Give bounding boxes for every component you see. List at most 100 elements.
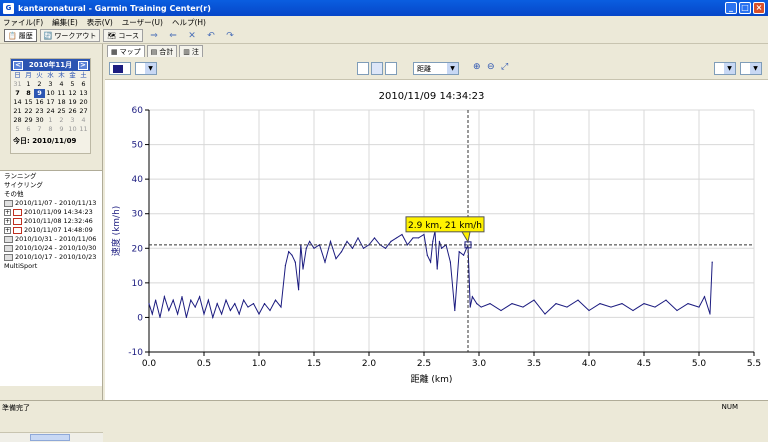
speed-data-point: [216, 303, 218, 305]
expand-icon[interactable]: +: [4, 227, 11, 234]
calendar-day[interactable]: 7: [34, 125, 45, 134]
tree-category[interactable]: サイクリング: [0, 181, 102, 190]
chart-view-overlay-button[interactable]: [385, 62, 397, 75]
calendar-day[interactable]: 9: [56, 125, 67, 134]
calendar-day[interactable]: 4: [56, 80, 67, 89]
calendar-day[interactable]: 14: [12, 98, 23, 107]
calendar-day[interactable]: 30: [34, 116, 45, 125]
tree-week-item[interactable]: 2010/10/24 - 2010/10/30: [0, 244, 102, 253]
speed-data-point: [247, 306, 249, 308]
history-button[interactable]: 📋 履歴: [4, 29, 37, 42]
redo-icon[interactable]: ↷: [222, 30, 238, 42]
calendar-day[interactable]: 16: [34, 98, 45, 107]
expand-icon[interactable]: +: [4, 209, 11, 216]
delete-icon[interactable]: ✕: [184, 30, 200, 42]
x-axis-select[interactable]: 距離 ▼: [413, 62, 459, 75]
next-month-button[interactable]: >: [77, 60, 88, 70]
calendar-day[interactable]: 3: [45, 80, 56, 89]
send-to-device-icon[interactable]: ⇒: [146, 30, 162, 42]
menu-edit[interactable]: 編集(E): [52, 17, 78, 28]
calendar-day[interactable]: 7: [12, 89, 23, 98]
calendar-day[interactable]: 20: [78, 98, 89, 107]
workout-button[interactable]: 🔄 ワークアウト: [39, 29, 101, 42]
undo-icon[interactable]: ↶: [203, 30, 219, 42]
close-button[interactable]: ×: [753, 2, 765, 14]
right-style-select[interactable]: ▼: [740, 62, 762, 75]
tree-activity-item[interactable]: +2010/11/07 14:48:09: [0, 226, 102, 235]
tree-activity-item[interactable]: +2010/11/08 12:32:46: [0, 217, 102, 226]
calendar-day[interactable]: 12: [67, 89, 78, 98]
calendar-day[interactable]: 24: [45, 107, 56, 116]
calendar-day[interactable]: 31: [12, 80, 23, 89]
speed-distance-chart[interactable]: 0.0 0.5 1.0 1.5 2.0 2.5 3.0 3.5 4.0 4.5 5.0 5.5 -10 0…: [105, 80, 768, 400]
scrollbar-thumb[interactable]: [30, 434, 70, 441]
horizontal-scrollbar[interactable]: [0, 432, 103, 442]
calendar-day[interactable]: 11: [56, 89, 67, 98]
runner-icon: [13, 218, 22, 225]
tab-map[interactable]: ▦ マップ: [107, 45, 145, 57]
right-color-picker[interactable]: ▼: [714, 62, 736, 75]
today-label[interactable]: 今日: 2010/11/09: [11, 136, 90, 146]
calendar-day[interactable]: 22: [23, 107, 34, 116]
calendar-day[interactable]: 17: [45, 98, 56, 107]
speed-data-point: [698, 306, 700, 308]
tree-week-item[interactable]: 2010/10/31 - 2010/11/06: [0, 235, 102, 244]
tree-activity-item[interactable]: +2010/11/09 14:34:23: [0, 208, 102, 217]
tree-week-item[interactable]: 2010/11/07 - 2010/11/13: [0, 199, 102, 208]
calendar-day[interactable]: 21: [12, 107, 23, 116]
expand-icon[interactable]: +: [4, 218, 11, 225]
calendar-day[interactable]: 5: [67, 80, 78, 89]
speed-data-point: [284, 264, 286, 267]
zoom-out-icon[interactable]: ⊖: [487, 62, 499, 75]
tab-summary[interactable]: ▤ 合計: [146, 45, 178, 57]
course-button[interactable]: 🗺 コース: [103, 29, 143, 42]
calendar-day[interactable]: 27: [78, 107, 89, 116]
calendar-day[interactable]: 3: [67, 116, 78, 125]
calendar-day[interactable]: 6: [23, 125, 34, 134]
calendar-day[interactable]: 15: [23, 98, 34, 107]
chart-title: 2010/11/09 14:34:23: [379, 91, 485, 102]
calendar-day[interactable]: 10: [67, 125, 78, 134]
calendar-day[interactable]: 10: [45, 89, 56, 98]
calendar-day[interactable]: 5: [12, 125, 23, 134]
menu-user[interactable]: ユーザー(U): [122, 17, 163, 28]
tree-category[interactable]: ランニング: [0, 172, 102, 181]
calendar-day[interactable]: 2: [56, 116, 67, 125]
calendar-day[interactable]: 9: [34, 89, 45, 98]
calendar-day[interactable]: 13: [78, 89, 89, 98]
tree-multisport[interactable]: MultiSport: [0, 262, 102, 271]
calendar-day[interactable]: 19: [67, 98, 78, 107]
calendar-day[interactable]: 2: [34, 80, 45, 89]
calendar-day[interactable]: 29: [23, 116, 34, 125]
menu-help[interactable]: ヘルプ(H): [172, 17, 206, 28]
line-color-picker[interactable]: [109, 62, 131, 75]
speed-data-point: [362, 247, 365, 249]
tab-notes[interactable]: ▥ 注: [179, 45, 203, 57]
chart-area[interactable]: 0.0 0.5 1.0 1.5 2.0 2.5 3.0 3.5 4.0 4.5 5.0 5.5 -10 0…: [105, 80, 768, 400]
calendar-day[interactable]: 25: [56, 107, 67, 116]
minimize-button[interactable]: _: [725, 2, 737, 14]
calendar-day[interactable]: 4: [78, 116, 89, 125]
tree-category[interactable]: その他: [0, 190, 102, 199]
calendar-day[interactable]: 26: [67, 107, 78, 116]
calendar-day[interactable]: 8: [45, 125, 56, 134]
zoom-in-icon[interactable]: ⊕: [473, 62, 485, 75]
calendar-day[interactable]: 1: [23, 80, 34, 89]
calendar-day[interactable]: 28: [12, 116, 23, 125]
calendar-day[interactable]: 23: [34, 107, 45, 116]
menu-file[interactable]: ファイル(F): [3, 17, 43, 28]
calendar-day[interactable]: 18: [56, 98, 67, 107]
chart-view-single-button[interactable]: [357, 62, 369, 75]
zoom-fit-icon[interactable]: ⤢: [501, 62, 513, 75]
receive-from-device-icon[interactable]: ⇐: [165, 30, 181, 42]
calendar-day[interactable]: 8: [23, 89, 34, 98]
menu-view[interactable]: 表示(V): [87, 17, 113, 28]
calendar-day[interactable]: 11: [78, 125, 89, 134]
calendar-day[interactable]: 6: [78, 80, 89, 89]
maximize-button[interactable]: □: [739, 2, 751, 14]
tree-week-item[interactable]: 2010/10/17 - 2010/10/23: [0, 253, 102, 262]
line-style-select[interactable]: ▼: [135, 62, 157, 75]
chart-view-stacked-button[interactable]: [371, 62, 383, 75]
calendar-day[interactable]: 1: [45, 116, 56, 125]
prev-month-button[interactable]: <: [13, 60, 23, 70]
